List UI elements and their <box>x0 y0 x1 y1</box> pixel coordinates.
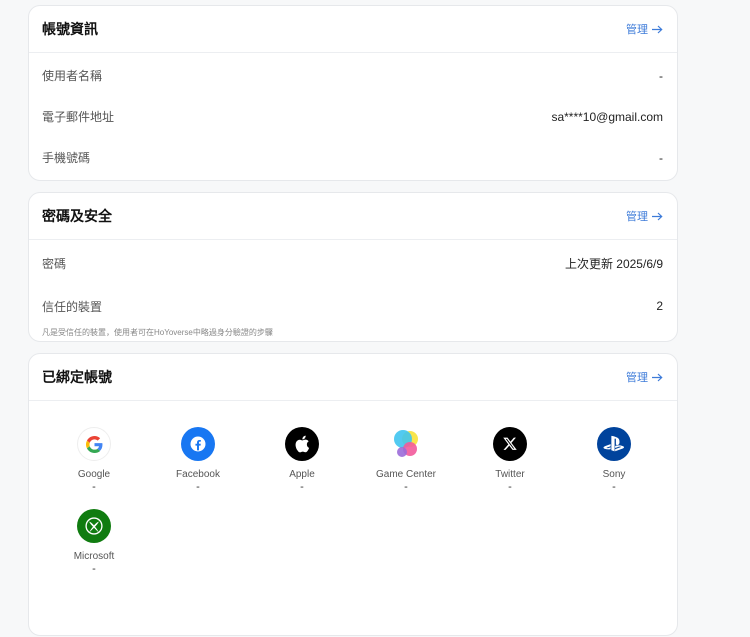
email-value: sa****10@gmail.com <box>551 109 663 124</box>
arrow-right-icon <box>652 212 663 221</box>
linked-account-microsoft[interactable]: Microsoft - <box>42 509 146 575</box>
username-value: - <box>659 68 663 83</box>
xbox-icon <box>77 509 111 543</box>
phone-value: - <box>659 150 663 165</box>
account-name: Apple <box>289 469 315 480</box>
security-card: 密碼及安全 管理 密碼 上次更新 2025/6/9 信任的裝置 2 凡是受信任的… <box>28 192 678 342</box>
phone-label: 手機號碼 <box>42 151 91 165</box>
playstation-icon <box>597 427 631 461</box>
linked-accounts-title: 已綁定帳號 <box>42 369 112 385</box>
security-title: 密碼及安全 <box>42 208 112 224</box>
linked-accounts-grid: Google - Facebook - Apple - Game Center … <box>29 401 677 575</box>
linked-accounts-manage-link[interactable]: 管理 <box>626 369 663 385</box>
account-name: Sony <box>602 469 626 480</box>
account-name: Google <box>77 469 111 480</box>
trusted-devices-label: 信任的裝置 <box>42 299 103 314</box>
account-name: Twitter <box>495 469 525 480</box>
account-status: - <box>92 563 96 575</box>
account-name: Facebook <box>176 469 220 480</box>
linked-account-apple[interactable]: Apple - <box>250 427 354 493</box>
arrow-right-icon <box>652 25 663 34</box>
account-name: Microsoft <box>73 551 115 562</box>
linked-account-sony[interactable]: Sony - <box>562 427 666 493</box>
manage-label: 管理 <box>626 211 648 223</box>
security-header: 密碼及安全 管理 <box>29 193 677 240</box>
linked-accounts-card: 已綁定帳號 管理 Google - Facebook - Apple - Gam… <box>28 353 678 636</box>
manage-label: 管理 <box>626 372 648 384</box>
account-status: - <box>404 481 408 493</box>
username-label: 使用者名稱 <box>42 69 103 83</box>
arrow-right-icon <box>652 373 663 382</box>
email-row: 電子郵件地址 sa****10@gmail.com <box>29 96 677 137</box>
linked-account-google[interactable]: Google - <box>42 427 146 493</box>
linked-account-game-center[interactable]: Game Center - <box>354 427 458 493</box>
security-manage-link[interactable]: 管理 <box>626 208 663 224</box>
account-status: - <box>196 481 200 493</box>
account-info-header: 帳號資訊 管理 <box>29 6 677 53</box>
account-status: - <box>300 481 304 493</box>
x-twitter-icon <box>493 427 527 461</box>
google-icon <box>77 427 111 461</box>
trusted-devices-hint: 凡是受信任的裝置，使用者可在HoYoverse中略過身分驗證的步驟 <box>42 328 273 337</box>
email-label: 電子郵件地址 <box>42 110 115 124</box>
facebook-icon <box>181 427 215 461</box>
account-status: - <box>508 481 512 493</box>
account-status: - <box>92 481 96 493</box>
password-label: 密碼 <box>42 256 67 271</box>
phone-row: 手機號碼 - <box>29 137 677 178</box>
account-name: Game Center <box>375 469 437 480</box>
account-info-card: 帳號資訊 管理 使用者名稱 - 電子郵件地址 sa****10@gmail.co… <box>28 5 678 181</box>
game-center-icon <box>389 427 423 461</box>
password-row: 密碼 上次更新 2025/6/9 <box>29 242 677 284</box>
account-info-manage-link[interactable]: 管理 <box>626 21 663 37</box>
trusted-devices-value: 2 <box>656 299 663 313</box>
linked-account-twitter[interactable]: Twitter - <box>458 427 562 493</box>
trusted-devices-row: 信任的裝置 2 <box>29 284 677 324</box>
manage-label: 管理 <box>626 24 648 36</box>
password-value: 上次更新 2025/6/9 <box>564 256 663 271</box>
linked-accounts-header: 已綁定帳號 管理 <box>29 354 677 401</box>
apple-icon <box>285 427 319 461</box>
account-info-title: 帳號資訊 <box>42 21 98 37</box>
username-row: 使用者名稱 - <box>29 55 677 96</box>
account-status: - <box>612 481 616 493</box>
linked-account-facebook[interactable]: Facebook - <box>146 427 250 493</box>
